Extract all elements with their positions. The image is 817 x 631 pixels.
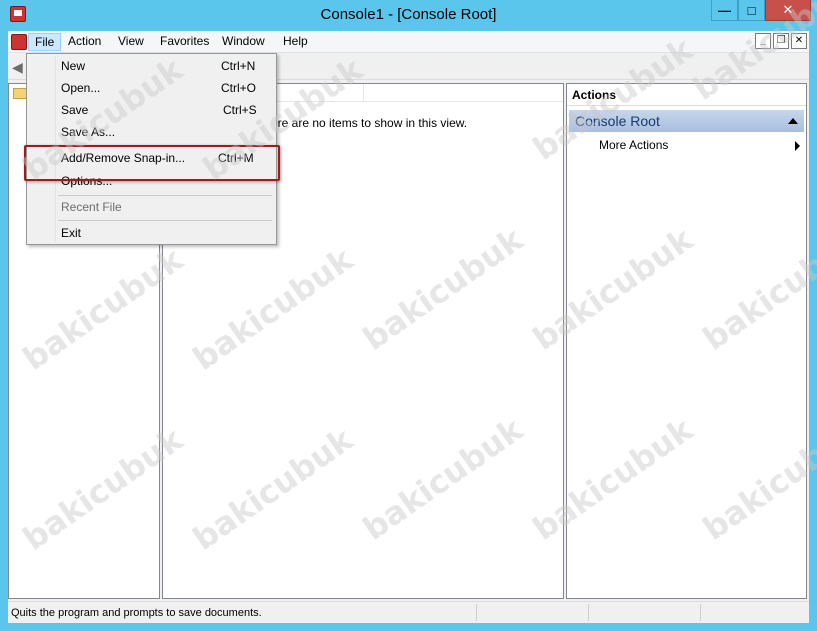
menu-item-label: Exit xyxy=(61,226,82,240)
menu-item-label: Add/Remove Snap-in... xyxy=(61,151,186,165)
mdi-close-button[interactable]: ✕ xyxy=(791,33,807,49)
menu-help[interactable]: Help xyxy=(277,33,314,51)
menu-item-label: Open... xyxy=(61,81,101,95)
window-controls: — □ ✕ xyxy=(711,0,811,21)
close-button[interactable]: ✕ xyxy=(765,0,811,21)
menu-separator xyxy=(58,220,272,221)
title-bar[interactable]: Console1 - [Console Root] — □ ✕ xyxy=(0,0,817,31)
menu-item-label: Save As... xyxy=(61,125,116,139)
column-divider[interactable] xyxy=(363,84,364,102)
mdi-minimize-button[interactable]: _ xyxy=(755,33,771,49)
menu-item-shortcut: Ctrl+N xyxy=(221,59,256,73)
actions-pane: Actions Console Root More Actions xyxy=(566,83,807,599)
menu-item-save[interactable]: Save Ctrl+S xyxy=(29,100,274,120)
menu-file[interactable]: File xyxy=(28,33,62,51)
menu-item-label: Recent File xyxy=(61,200,122,214)
actions-title: Actions xyxy=(567,84,806,106)
mdi-controls: _ ❐ ✕ xyxy=(755,33,807,49)
window-title: Console1 - [Console Root] xyxy=(320,6,497,23)
menu-item-label: New xyxy=(61,59,86,73)
minimize-button[interactable]: — xyxy=(711,0,738,21)
menu-window[interactable]: Window xyxy=(216,33,271,51)
menu-item-shortcut: Ctrl+S xyxy=(223,103,257,117)
maximize-button[interactable]: □ xyxy=(738,0,765,21)
file-menu-dropdown: New Ctrl+N Open... Ctrl+O Save Ctrl+S Sa… xyxy=(26,53,277,245)
empty-view-message: ere are no items to show in this view. xyxy=(271,116,468,130)
console-icon[interactable] xyxy=(11,34,27,50)
menu-item-new[interactable]: New Ctrl+N xyxy=(29,56,274,76)
menu-item-shortcut: Ctrl+O xyxy=(221,81,257,95)
status-divider xyxy=(476,604,477,621)
menu-item-options[interactable]: Options... xyxy=(29,171,274,191)
status-divider xyxy=(700,604,701,621)
actions-group-console-root[interactable]: Console Root xyxy=(569,110,804,132)
collapse-up-icon[interactable] xyxy=(788,118,798,124)
menu-item-save-as[interactable]: Save As... xyxy=(29,122,274,142)
menu-item-label: Options... xyxy=(61,174,113,188)
status-divider xyxy=(588,604,589,621)
menu-view[interactable]: View xyxy=(112,33,150,51)
menu-bar: File Action View Favorites Window Help _… xyxy=(8,31,809,53)
menu-item-label: Save xyxy=(61,103,89,117)
actions-group-label: Console Root xyxy=(575,113,660,129)
status-bar: Quits the program and prompts to save do… xyxy=(8,601,809,623)
menu-action[interactable]: Action xyxy=(62,33,107,51)
menu-separator xyxy=(58,195,272,196)
mdi-restore-button[interactable]: ❐ xyxy=(773,33,789,49)
menu-separator xyxy=(58,146,272,147)
mmc-window: Console1 - [Console Root] — □ ✕ File Act… xyxy=(0,0,817,631)
menu-favorites[interactable]: Favorites xyxy=(154,33,215,51)
menu-item-recent-file: Recent File xyxy=(29,197,274,217)
menu-item-shortcut: Ctrl+M xyxy=(218,151,254,165)
folder-icon[interactable] xyxy=(13,88,27,99)
more-actions-item[interactable]: More Actions xyxy=(599,138,668,152)
menu-item-open[interactable]: Open... Ctrl+O xyxy=(29,78,274,98)
submenu-arrow-icon xyxy=(795,141,800,151)
menu-item-exit[interactable]: Exit xyxy=(29,223,274,243)
menu-item-add-remove-snap-in[interactable]: Add/Remove Snap-in... Ctrl+M xyxy=(29,148,274,168)
status-text: Quits the program and prompts to save do… xyxy=(11,607,262,619)
